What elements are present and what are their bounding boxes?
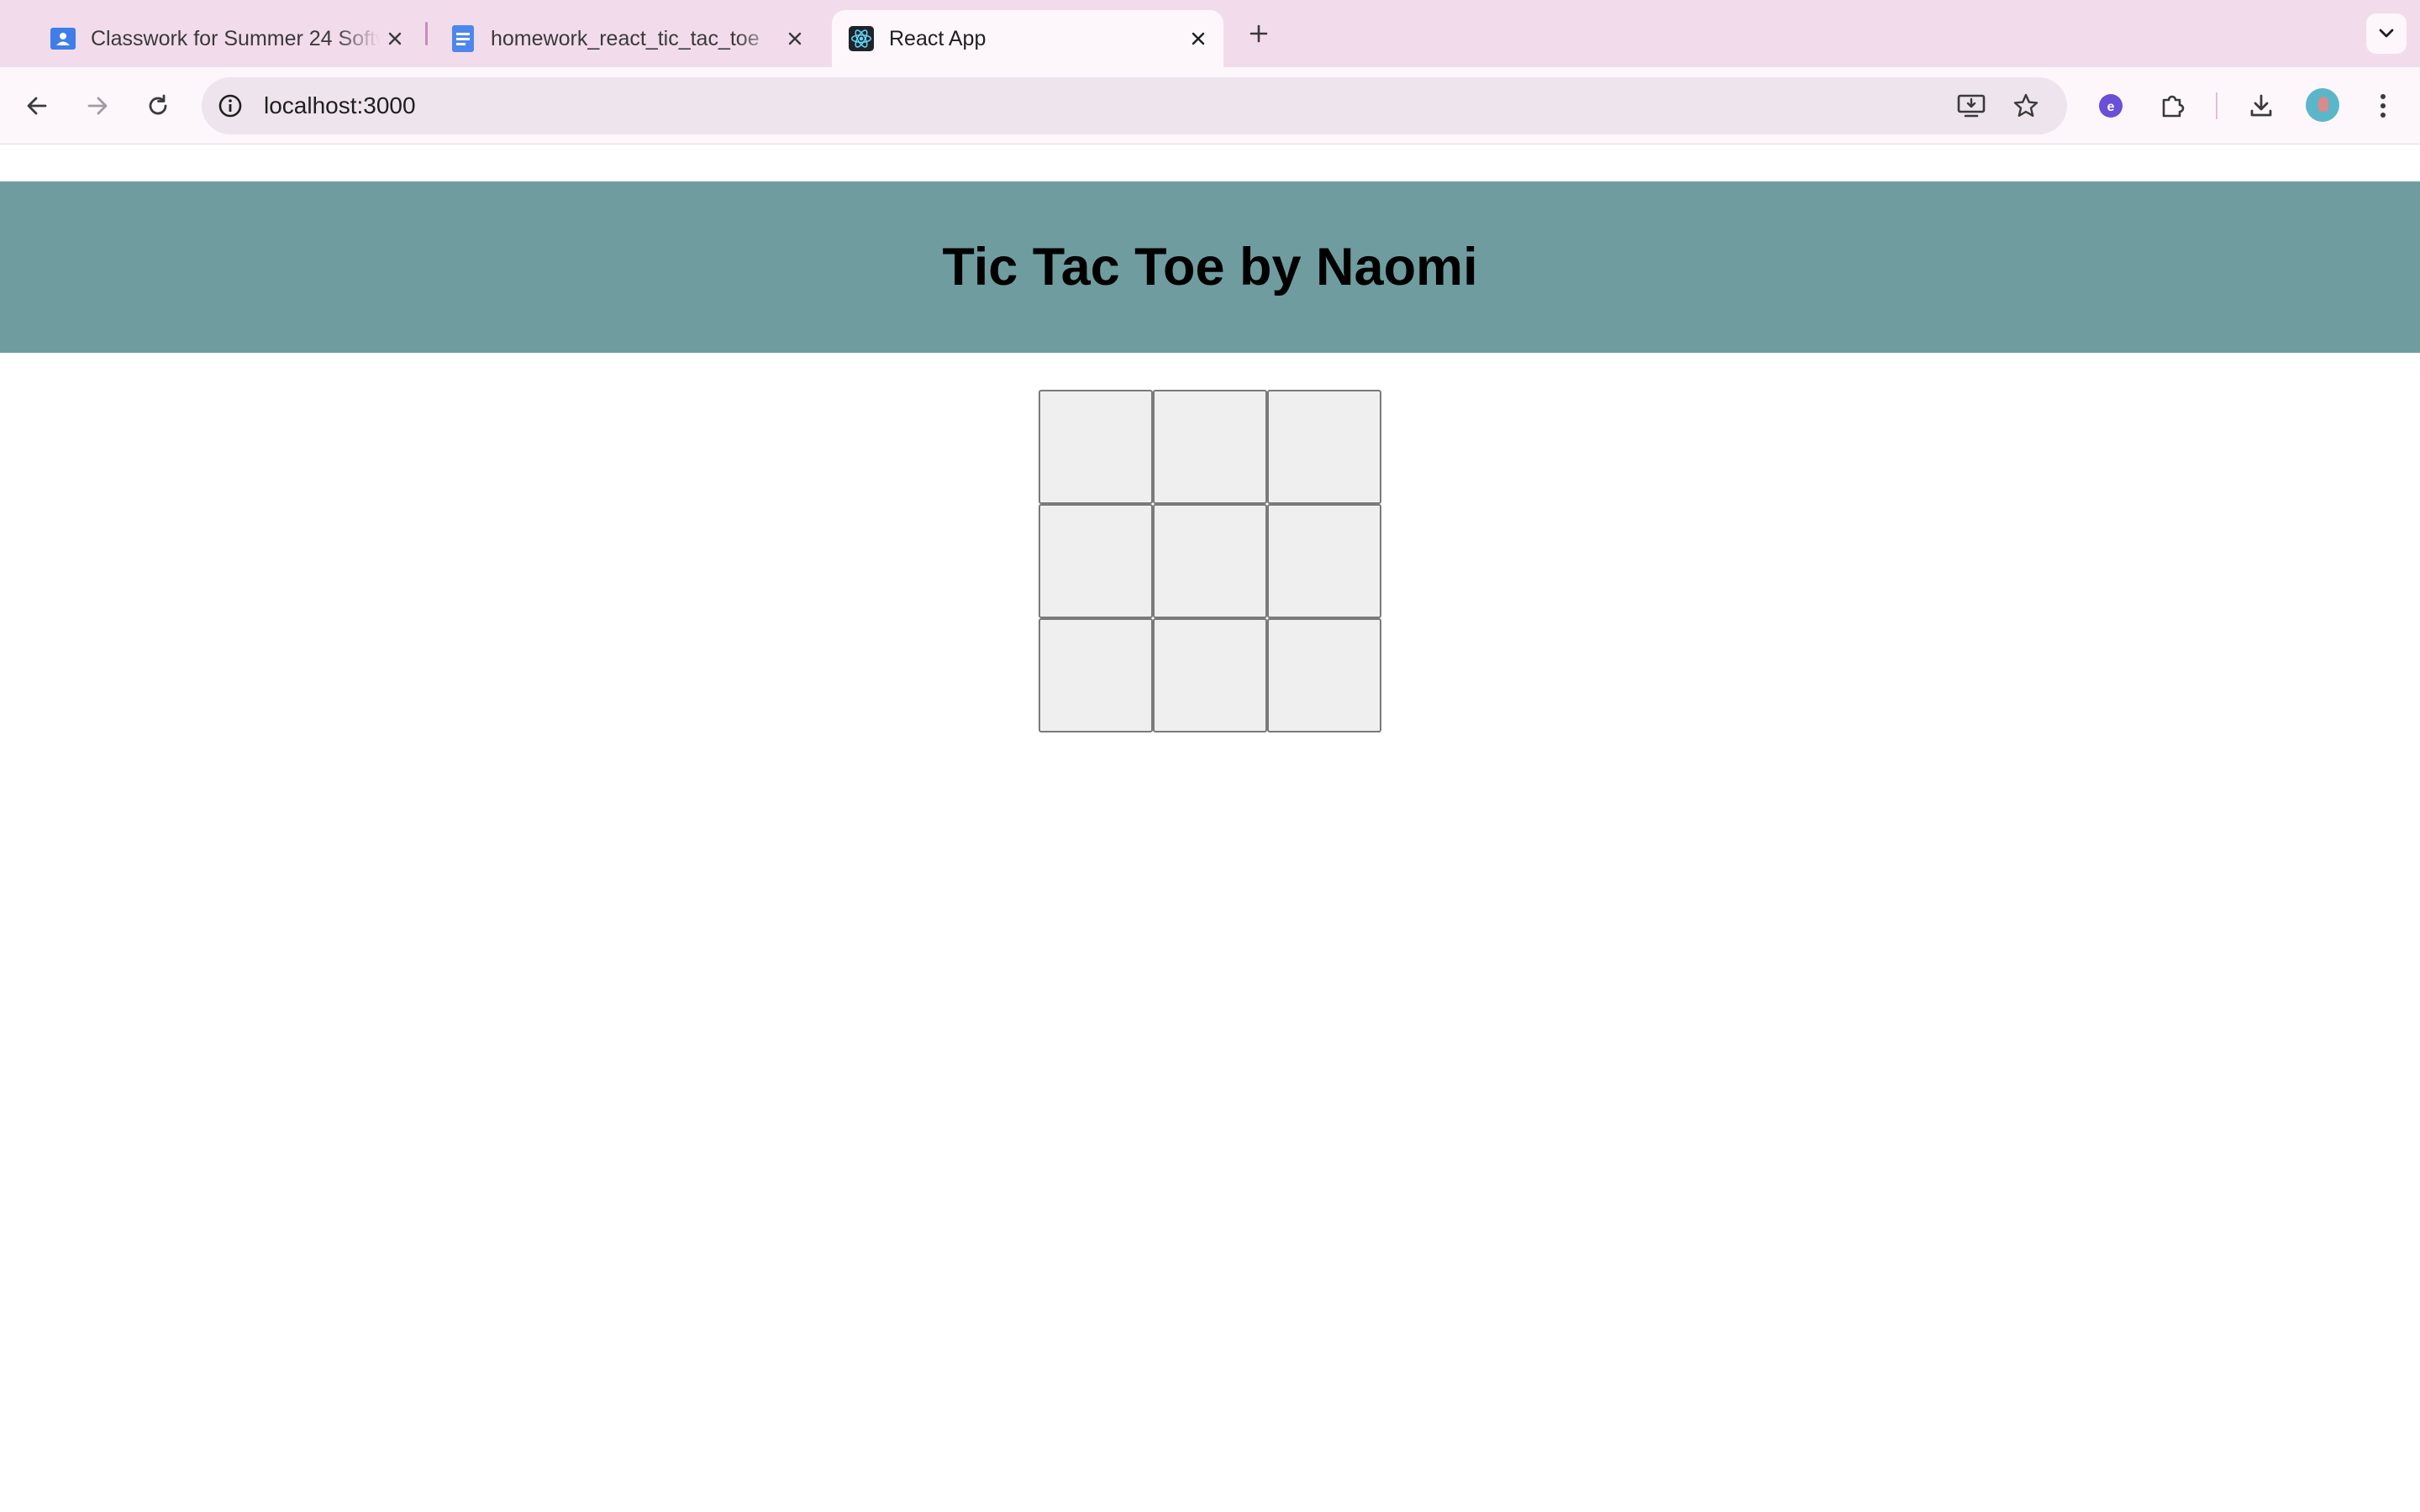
downloads-button[interactable] <box>2239 84 2283 128</box>
extensions-button[interactable] <box>2150 84 2194 128</box>
game-board <box>1039 390 1381 732</box>
google-docs-icon <box>450 25 476 52</box>
tab-search-button[interactable] <box>2366 13 2407 54</box>
tab-title: React App <box>889 26 986 50</box>
tab-separator <box>425 22 428 45</box>
toolbar-divider <box>2216 92 2217 119</box>
app-header: Tic Tac Toe by Naomi <box>0 181 2420 353</box>
download-icon <box>2250 94 2272 117</box>
url-text: localhost:3000 <box>264 92 416 118</box>
board-square[interactable] <box>1039 504 1153 618</box>
plus-icon <box>1249 24 1268 43</box>
tab-title: homework_react_tic_tac_toe <box>491 26 760 50</box>
new-tab-button[interactable] <box>1242 17 1276 50</box>
close-tab-icon[interactable] <box>380 24 410 54</box>
extension-button[interactable]: e <box>2089 84 2133 128</box>
reload-icon <box>149 94 167 115</box>
tab-strip: Classwork for Summer 24 Software Enginee… <box>0 0 2420 67</box>
reload-button[interactable] <box>136 84 180 128</box>
extension-logo-icon: e <box>2099 94 2123 118</box>
site-info-icon[interactable] <box>210 86 250 126</box>
board-square[interactable] <box>1267 618 1381 732</box>
board-square[interactable] <box>1267 504 1381 618</box>
bookmark-star-icon[interactable] <box>2006 86 2046 126</box>
tab-homework-doc[interactable]: homework_react_tic_tac_toe <box>434 10 820 67</box>
install-app-icon[interactable] <box>1951 86 1991 126</box>
react-icon <box>849 26 874 51</box>
tab-classwork[interactable]: Classwork for Summer 24 Software Enginee… <box>34 10 420 67</box>
puzzle-icon <box>2162 95 2185 118</box>
tab-title: Classwork for Summer 24 Software Enginee… <box>91 26 380 50</box>
google-classroom-icon <box>50 26 76 51</box>
browser-menu-button[interactable] <box>2361 84 2405 128</box>
more-vertical-icon <box>2381 94 2386 118</box>
page-title: Tic Tac Toe by Naomi <box>942 238 1478 297</box>
board-square[interactable] <box>1153 390 1267 504</box>
board-square[interactable] <box>1039 390 1153 504</box>
board-square[interactable] <box>1153 504 1267 618</box>
chevron-down-icon <box>2379 29 2394 38</box>
back-button[interactable] <box>15 84 59 128</box>
close-tab-icon[interactable] <box>1183 24 1213 54</box>
browser-toolbar: localhost:3000 e <box>0 67 2420 144</box>
tab-react-app[interactable]: React App <box>832 10 1223 67</box>
board-square[interactable] <box>1039 618 1153 732</box>
forward-button[interactable] <box>76 84 119 128</box>
board-square[interactable] <box>1267 390 1381 504</box>
arrow-left-icon <box>27 97 47 115</box>
board-square[interactable] <box>1153 618 1267 732</box>
address-bar[interactable]: localhost:3000 <box>202 77 2067 134</box>
close-tab-icon[interactable] <box>780 24 810 54</box>
svg-text:e: e <box>2107 100 2115 114</box>
profile-avatar[interactable] <box>2306 88 2339 122</box>
arrow-right-icon <box>87 97 108 115</box>
